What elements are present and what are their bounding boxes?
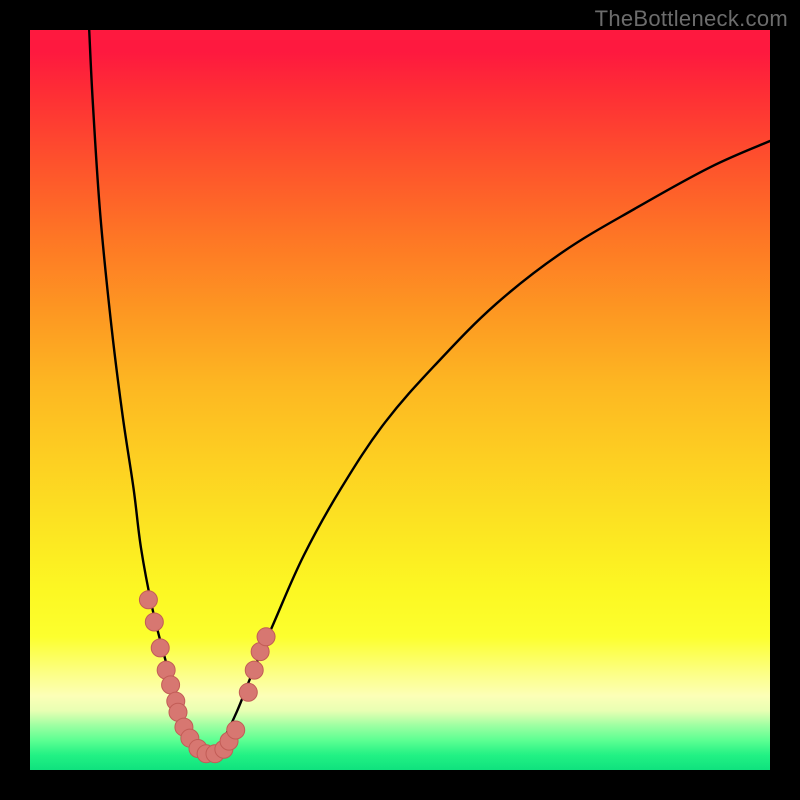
chart-frame: TheBottleneck.com bbox=[0, 0, 800, 800]
data-dots bbox=[139, 591, 275, 763]
curve-right-branch bbox=[208, 141, 770, 755]
watermark-text: TheBottleneck.com bbox=[595, 6, 788, 32]
data-dot bbox=[257, 628, 275, 646]
bottleneck-curve bbox=[89, 30, 770, 755]
curve-left-branch bbox=[89, 30, 207, 755]
data-dot bbox=[145, 613, 163, 631]
chart-svg bbox=[30, 30, 770, 770]
data-dot bbox=[162, 676, 180, 694]
data-dot bbox=[227, 721, 245, 739]
data-dot bbox=[239, 683, 257, 701]
data-dot bbox=[245, 661, 263, 679]
data-dot bbox=[139, 591, 157, 609]
data-dot bbox=[151, 639, 169, 657]
